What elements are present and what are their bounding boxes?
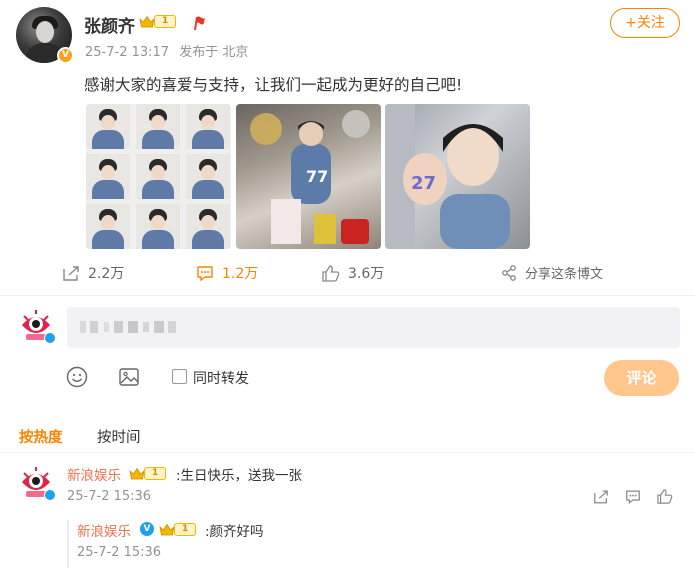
comment-avatar[interactable] [18, 464, 56, 501]
share-icon[interactable] [593, 489, 609, 504]
emoji-icon[interactable] [66, 366, 88, 388]
flag-icon[interactable] [192, 15, 206, 31]
thumbs-up-icon[interactable] [657, 489, 673, 504]
tab-sort-time[interactable]: 按时间 [97, 426, 141, 447]
current-user-avatar[interactable] [18, 307, 56, 344]
blurred-draft-text [80, 321, 176, 333]
verified-badge: V [57, 47, 74, 64]
comment-time: 25-7-2 15:36 [67, 489, 152, 504]
reply-thread-line [67, 520, 69, 568]
post-date[interactable]: 25-7-2 13:17 [85, 45, 169, 60]
post-source: 发布于 北京 [179, 45, 249, 60]
submit-comment-button[interactable]: 评论 [604, 360, 679, 396]
verified-badge: V [140, 522, 154, 536]
follow-button[interactable]: +关注 [610, 8, 680, 38]
member-level-badge[interactable]: 1 [139, 14, 177, 29]
like-button[interactable]: 3.6万 [322, 263, 384, 283]
author-name[interactable]: 张颜齐 [84, 12, 135, 37]
reply-text: :颜齐好吗 [205, 524, 264, 540]
party-photo: 77 [250, 110, 370, 244]
share-icon [63, 266, 79, 281]
reply-username[interactable]: 新浪娱乐 [77, 520, 131, 540]
member-level-badge[interactable]: 1 [159, 522, 197, 537]
like-count: 3.6万 [348, 266, 385, 282]
post-image-party[interactable]: 77 [236, 104, 381, 249]
post-image-collage[interactable] [86, 104, 231, 249]
comment-icon[interactable] [625, 489, 641, 504]
repost-count: 2.2万 [88, 266, 125, 282]
post-image-selfie[interactable]: 27 [385, 104, 530, 249]
repost-checkbox[interactable] [172, 369, 187, 384]
verified-small-icon [44, 332, 56, 344]
crown-icon [159, 523, 175, 535]
level-number: 1 [174, 523, 197, 536]
repost-checkbox-label[interactable]: 同时转发 [193, 368, 249, 388]
comment-count: 1.2万 [222, 266, 259, 282]
svg-text:27: 27 [411, 173, 436, 194]
divider [0, 295, 695, 296]
share-node-icon [502, 264, 516, 281]
image-icon[interactable] [118, 366, 140, 388]
verified-small-icon [44, 489, 56, 501]
reply-time: 25-7-2 15:36 [77, 545, 162, 560]
crown-icon [129, 467, 145, 479]
level-number: 1 [154, 15, 177, 28]
comment-username[interactable]: 新浪娱乐 [67, 464, 121, 484]
level-number: 1 [144, 467, 167, 480]
svg-text:77: 77 [306, 167, 328, 186]
comment-icon [197, 266, 213, 281]
post-meta: 25-7-2 13:17 发布于 北京 [85, 41, 254, 60]
selfie-photo: 27 [385, 104, 510, 249]
comment-button[interactable]: 1.2万 [196, 263, 258, 283]
comment-actions [593, 489, 673, 504]
crown-icon [139, 15, 155, 27]
share-post-button[interactable]: 分享这条博文 [501, 263, 603, 282]
share-post-label: 分享这条博文 [525, 267, 604, 282]
repost-button[interactable]: 2.2万 [62, 263, 124, 283]
member-level-badge[interactable]: 1 [129, 466, 167, 481]
post-text: 感谢大家的喜爱与支持，让我们一起成为更好的自己吧! [84, 76, 463, 94]
comment-text: :生日快乐，送我一张 [176, 468, 303, 484]
thumbs-up-icon [322, 264, 340, 282]
divider [0, 452, 695, 453]
tab-sort-hot[interactable]: 按热度 [19, 426, 63, 447]
